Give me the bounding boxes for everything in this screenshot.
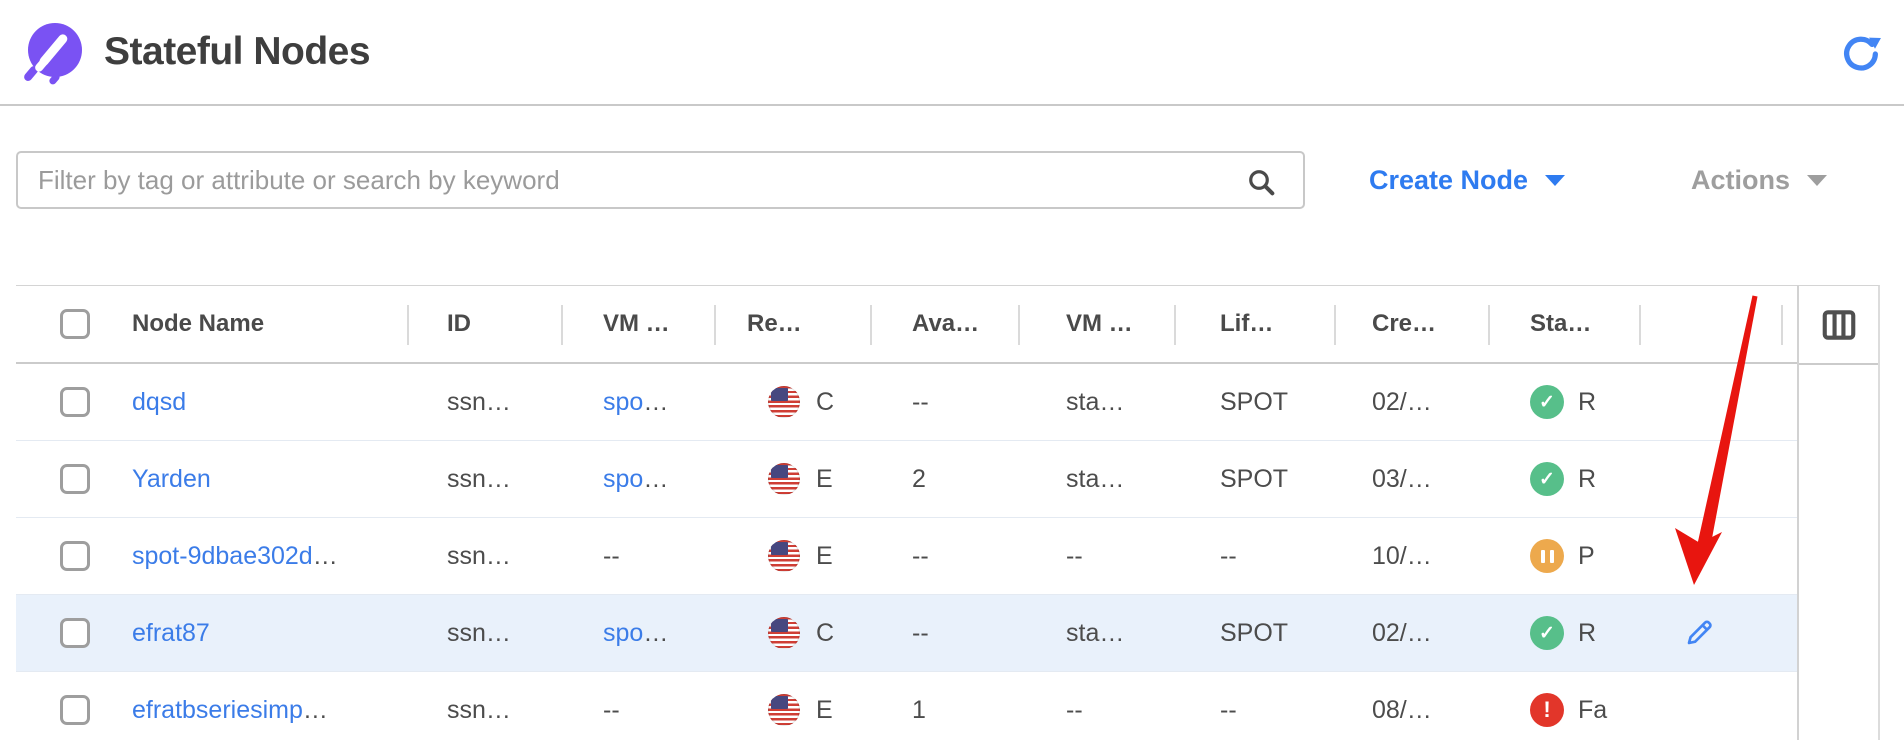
node-name-link[interactable]: Yarden xyxy=(132,465,211,494)
status-icon xyxy=(1530,539,1564,573)
node-id: ssn… xyxy=(409,364,563,440)
spot-logo-icon xyxy=(22,21,82,83)
lifecycle: SPOT xyxy=(1176,595,1336,671)
fixed-actions-column xyxy=(1797,285,1880,740)
stateful-nodes-page: Stateful Nodes Create Node Actions xyxy=(0,0,1904,740)
toolbar: Create Node Actions xyxy=(16,150,1904,210)
edit-pencil-icon[interactable] xyxy=(1683,617,1715,649)
node-name-link[interactable]: dqsd xyxy=(132,388,186,417)
us-flag-icon xyxy=(768,463,800,495)
column-header-node-name[interactable]: Node Name xyxy=(110,286,409,362)
status-label: R xyxy=(1578,619,1596,648)
column-header-row-actions xyxy=(1641,286,1797,362)
us-flag-icon xyxy=(768,540,800,572)
status-icon xyxy=(1530,462,1564,496)
vm-link: -- xyxy=(603,696,620,725)
table-header-row: Node Name ID VM … Re… Ava… VM … Lif… Cre… xyxy=(16,286,1880,364)
vm-status: -- xyxy=(1020,518,1176,594)
availability-zone: -- xyxy=(872,595,1020,671)
created-date: 02/… xyxy=(1336,364,1490,440)
column-header-created[interactable]: Cre… xyxy=(1336,286,1490,362)
column-header-status[interactable]: Sta… xyxy=(1490,286,1641,362)
vm-status: sta… xyxy=(1020,364,1176,440)
status-label: P xyxy=(1578,542,1595,571)
node-id: ssn… xyxy=(409,518,563,594)
node-name-link[interactable]: efrat87 xyxy=(132,619,210,648)
table-row[interactable]: dqsd ssn… spo… C -- sta… SPOT 02/… R xyxy=(16,364,1880,441)
column-header-lifecycle[interactable]: Lif… xyxy=(1176,286,1336,362)
search-input[interactable] xyxy=(18,153,1303,207)
created-date: 03/… xyxy=(1336,441,1490,517)
status-icon xyxy=(1530,693,1564,727)
columns-icon xyxy=(1820,306,1858,344)
availability-zone: 2 xyxy=(872,441,1020,517)
column-header-availability[interactable]: Ava… xyxy=(872,286,1020,362)
create-node-label: Create Node xyxy=(1369,165,1528,196)
created-date: 10/… xyxy=(1336,518,1490,594)
lifecycle: -- xyxy=(1176,518,1336,594)
actions-label: Actions xyxy=(1691,165,1790,196)
vm-link[interactable]: spo… xyxy=(603,619,668,648)
row-checkbox[interactable] xyxy=(60,695,90,725)
column-header-vm-status[interactable]: VM … xyxy=(1020,286,1176,362)
vm-link: -- xyxy=(603,542,620,571)
vm-status: -- xyxy=(1020,672,1176,740)
node-name-link[interactable]: efratbseriesimp… xyxy=(132,696,328,725)
vm-link[interactable]: spo… xyxy=(603,465,668,494)
us-flag-icon xyxy=(768,617,800,649)
vm-status: sta… xyxy=(1020,595,1176,671)
stateful-nodes-table: Node Name ID VM … Re… Ava… VM … Lif… Cre… xyxy=(16,285,1880,740)
availability-zone: 1 xyxy=(872,672,1020,740)
lifecycle: -- xyxy=(1176,672,1336,740)
node-id: ssn… xyxy=(409,595,563,671)
column-header-region[interactable]: Re… xyxy=(716,286,872,362)
lifecycle: SPOT xyxy=(1176,364,1336,440)
created-date: 08/… xyxy=(1336,672,1490,740)
table-row[interactable]: spot-9dbae302d… ssn… -- E -- -- -- 10/… … xyxy=(16,518,1880,595)
node-name-link[interactable]: spot-9dbae302d… xyxy=(132,542,338,571)
table-row[interactable]: Yarden ssn… spo… E 2 sta… SPOT 03/… R xyxy=(16,441,1880,518)
us-flag-icon xyxy=(768,386,800,418)
status-icon xyxy=(1530,385,1564,419)
created-date: 02/… xyxy=(1336,595,1490,671)
row-checkbox[interactable] xyxy=(60,541,90,571)
lifecycle: SPOT xyxy=(1176,441,1336,517)
vm-status: sta… xyxy=(1020,441,1176,517)
region-label: C xyxy=(816,388,834,417)
chevron-down-icon xyxy=(1807,175,1827,186)
availability-zone: -- xyxy=(872,518,1020,594)
table-row[interactable]: efratbseriesimp… ssn… -- E 1 -- -- 08/… … xyxy=(16,672,1880,740)
availability-zone: -- xyxy=(872,364,1020,440)
node-id: ssn… xyxy=(409,672,563,740)
region-label: E xyxy=(816,696,833,725)
column-header-id[interactable]: ID xyxy=(409,286,563,362)
vm-link[interactable]: spo… xyxy=(603,388,668,417)
status-label: Fa xyxy=(1578,696,1607,725)
chevron-down-icon xyxy=(1545,175,1565,186)
table-row[interactable]: efrat87 ssn… spo… C -- sta… SPOT 02/… R xyxy=(16,595,1880,672)
status-label: R xyxy=(1578,465,1596,494)
actions-button[interactable]: Actions xyxy=(1691,165,1827,196)
refresh-icon[interactable] xyxy=(1840,32,1882,74)
node-id: ssn… xyxy=(409,441,563,517)
row-checkbox[interactable] xyxy=(60,464,90,494)
page-header: Stateful Nodes xyxy=(0,0,1904,106)
filter-search-box xyxy=(16,151,1305,209)
us-flag-icon xyxy=(768,694,800,726)
column-header-vm[interactable]: VM … xyxy=(563,286,716,362)
select-all-checkbox[interactable] xyxy=(60,309,90,339)
row-checkbox[interactable] xyxy=(60,387,90,417)
region-label: E xyxy=(816,465,833,494)
region-label: C xyxy=(816,619,834,648)
row-checkbox[interactable] xyxy=(60,618,90,648)
region-label: E xyxy=(816,542,833,571)
search-icon xyxy=(1245,166,1277,198)
column-picker-button[interactable] xyxy=(1799,286,1878,365)
page-title: Stateful Nodes xyxy=(104,30,370,74)
status-label: R xyxy=(1578,388,1596,417)
create-node-button[interactable]: Create Node xyxy=(1369,165,1565,196)
status-icon xyxy=(1530,616,1564,650)
